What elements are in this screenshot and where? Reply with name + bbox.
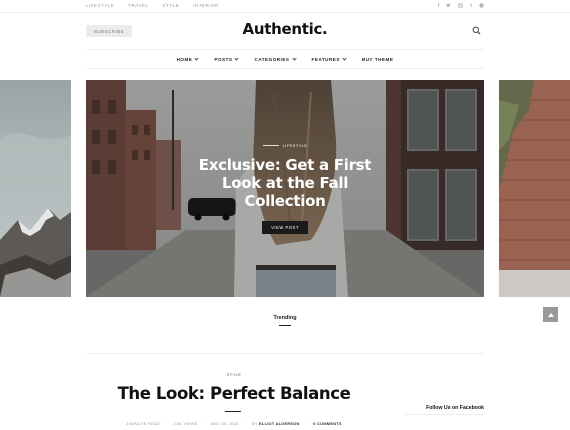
- top-nav-item-travel[interactable]: Travel: [128, 3, 148, 8]
- instagram-icon[interactable]: [458, 3, 464, 10]
- mountain-image: [0, 80, 71, 297]
- post-comments[interactable]: 0 Comments: [313, 421, 342, 426]
- post-author[interactable]: Elliot Alderson: [259, 421, 300, 426]
- post-author-block: by Elliot Alderson: [252, 421, 300, 426]
- pinterest-icon[interactable]: [479, 3, 484, 10]
- twitter-icon[interactable]: [446, 3, 451, 10]
- hero-category: Lifestyle: [86, 143, 484, 148]
- nav-item-home[interactable]: Home: [176, 55, 199, 62]
- facebook-icon[interactable]: f: [438, 3, 440, 10]
- widget-divider: [404, 414, 484, 415]
- top-nav-item-style[interactable]: Style: [162, 3, 179, 8]
- post-meta: 3 minute read · 3.6K views · May 20, 201…: [0, 421, 468, 426]
- nav-item-label: Categories: [254, 56, 290, 62]
- divider-line: [262, 145, 279, 146]
- post-title-underline: [225, 411, 241, 412]
- nav-item-buy-theme[interactable]: Buy Theme: [362, 57, 393, 62]
- post-date: May 20, 2016: [211, 421, 239, 426]
- trending-heading: Trending: [273, 315, 297, 321]
- nav-item-label: Posts: [214, 56, 233, 62]
- slide-preview-left[interactable]: [0, 80, 71, 297]
- nav-item-posts[interactable]: Posts: [214, 55, 240, 62]
- chevron-down-icon: [342, 55, 347, 61]
- hero-category-label[interactable]: Lifestyle: [283, 143, 308, 148]
- nav-item-features[interactable]: Features: [311, 55, 347, 62]
- brick-wall-image: [499, 80, 570, 297]
- top-nav-item-lifestyle[interactable]: Lifestyle: [86, 3, 114, 8]
- nav-item-label: Buy Theme: [361, 56, 394, 62]
- top-bar: Lifestyle Travel Style Interior f t: [0, 0, 570, 13]
- nav-item-label: Features: [311, 56, 340, 62]
- chevron-down-icon: [194, 55, 199, 61]
- top-nav-item-interior[interactable]: Interior: [193, 3, 219, 8]
- meta-separator: ·: [305, 421, 308, 426]
- section-divider: [86, 353, 484, 354]
- view-post-button[interactable]: View Post: [262, 221, 308, 234]
- meta-separator: ·: [165, 421, 168, 426]
- social-links: f t: [438, 3, 484, 10]
- search-icon[interactable]: [472, 26, 481, 35]
- hero-slide[interactable]: Lifestyle Exclusive: Get a First Look at…: [86, 80, 484, 297]
- nav-item-label: Home: [176, 56, 193, 62]
- hero-title[interactable]: Exclusive: Get a First Look at the Fall …: [185, 156, 385, 210]
- facebook-widget-title: Follow Us on Facebook: [426, 405, 484, 411]
- chevron-down-icon: [291, 55, 297, 61]
- post-category[interactable]: Style: [0, 372, 468, 377]
- main-nav: Home Posts Categories Features Buy Theme: [86, 49, 484, 69]
- post-views: 3.6K views: [173, 421, 198, 426]
- site-logo[interactable]: Authentic.: [0, 20, 570, 38]
- post-author-prefix: by: [251, 421, 258, 426]
- slide-preview-right[interactable]: [499, 80, 570, 297]
- meta-separator: ·: [244, 421, 246, 426]
- top-nav: Lifestyle Travel Style Interior: [86, 3, 219, 8]
- post-title[interactable]: The Look: Perfect Balance: [0, 384, 468, 403]
- hero-content: Lifestyle Exclusive: Get a First Look at…: [86, 80, 484, 297]
- trending-underline: [279, 325, 291, 326]
- meta-separator: ·: [203, 421, 206, 426]
- post-read-time: 3 minute read: [126, 421, 160, 426]
- chevron-down-icon: [234, 55, 240, 61]
- nav-item-categories[interactable]: Categories: [254, 55, 297, 62]
- tumblr-icon[interactable]: t: [470, 3, 472, 10]
